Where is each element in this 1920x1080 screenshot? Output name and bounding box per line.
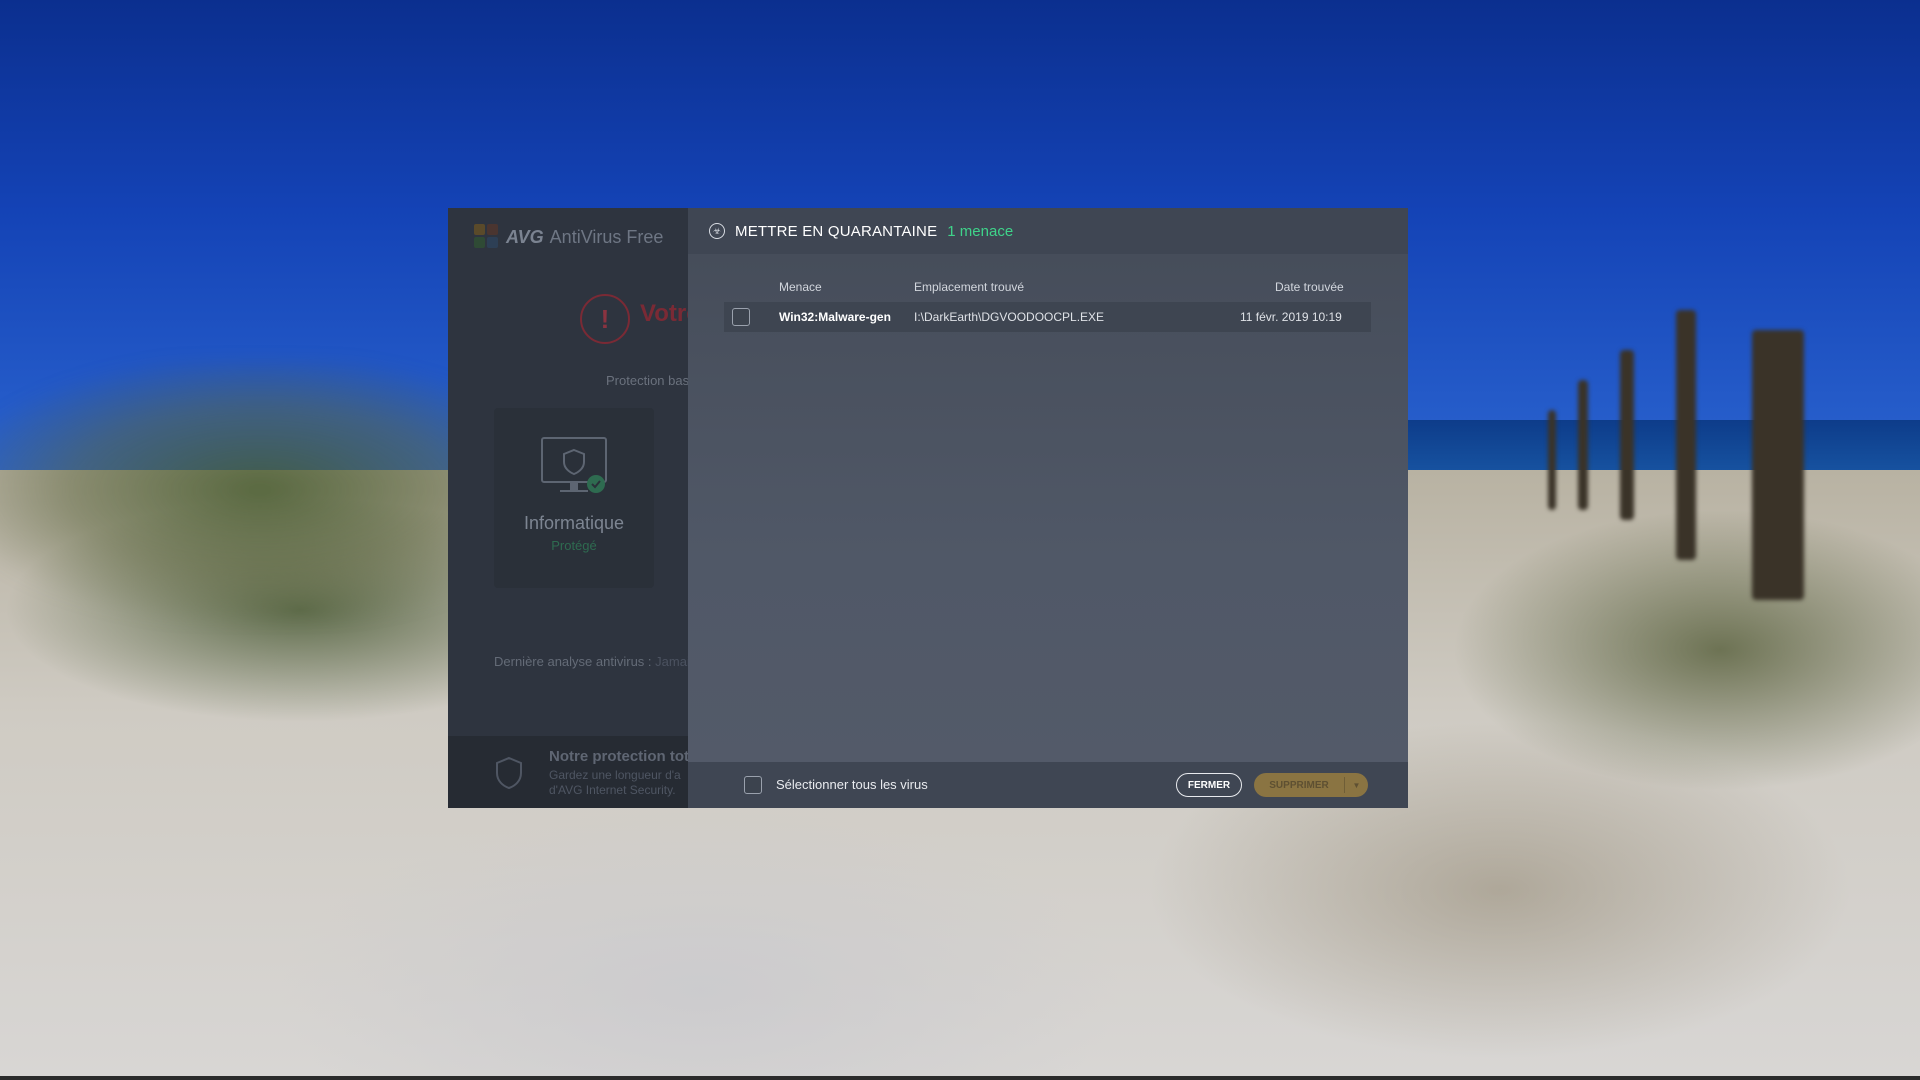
delete-button-group: SUPPRIMER ▼ <box>1254 773 1368 797</box>
select-all-checkbox[interactable] <box>744 776 762 794</box>
last-scan-label: Dernière analyse antivirus : <box>494 654 652 669</box>
card-title: Informatique <box>523 513 625 533</box>
threat-name: Win32:Malware-gen <box>779 310 891 324</box>
column-header-location[interactable]: Emplacement trouvé <box>914 280 1024 294</box>
fence-post <box>1676 310 1696 560</box>
promo-line: d'AVG Internet Security. <box>549 783 676 797</box>
row-checkbox[interactable] <box>732 308 750 326</box>
upgrade-promo[interactable]: Notre protection tota Gardez une longueu… <box>448 736 697 808</box>
fence-post <box>1578 380 1588 510</box>
delete-button[interactable]: SUPPRIMER <box>1254 773 1344 797</box>
chevron-down-icon[interactable]: ▼ <box>1345 773 1368 797</box>
close-button[interactable]: FERMER <box>1176 773 1242 797</box>
fence-post <box>1752 330 1804 600</box>
promo-title: Notre protection tota <box>549 748 698 765</box>
biohazard-icon: ☣ <box>709 223 725 239</box>
taskbar-edge <box>0 1076 1920 1080</box>
column-header-date[interactable]: Date trouvée <box>1275 280 1344 294</box>
app-dashboard-panel: AVG AntiVirus Free ! Votre Protection ba… <box>448 208 700 808</box>
threat-list: Menace Emplacement trouvé Date trouvée W… <box>688 254 1408 762</box>
app-logo: AVG AntiVirus Free <box>474 222 663 252</box>
product-name: AntiVirus Free <box>549 226 664 247</box>
protection-label: Protection bas <box>606 373 690 388</box>
table-row[interactable]: Win32:Malware-gen I:\DarkEarth\DGVOODOOC… <box>724 302 1371 332</box>
quarantine-dialog: ☣ METTRE EN QUARANTAINE 1 menace Menace … <box>688 208 1408 808</box>
dialog-footer: Sélectionner tous les virus FERMER SUPPR… <box>688 762 1408 808</box>
last-scan-value: Jamai <box>655 654 690 669</box>
shield-icon <box>496 756 522 790</box>
warning-icon: ! <box>580 294 630 344</box>
threat-date: 11 févr. 2019 10:19 <box>1240 310 1342 324</box>
dialog-header: ☣ METTRE EN QUARANTAINE 1 menace <box>688 208 1408 254</box>
last-scan-info: Dernière analyse antivirus : Jamai <box>494 654 690 669</box>
select-all-label[interactable]: Sélectionner tous les virus <box>776 777 928 792</box>
promo-text: Gardez une longueur d'a d'AVG Internet S… <box>549 768 681 798</box>
fence-post <box>1620 350 1634 520</box>
threat-count: 1 menace <box>947 222 1014 240</box>
promo-line: Gardez une longueur d'a <box>549 768 681 782</box>
fence-post <box>1548 410 1556 510</box>
column-header-threat[interactable]: Menace <box>779 280 822 294</box>
monitor-shield-icon <box>541 437 607 493</box>
dialog-title: METTRE EN QUARANTAINE <box>735 222 938 240</box>
threat-location: I:\DarkEarth\DGVOODOOCPL.EXE <box>914 310 1105 324</box>
card-status: Protégé <box>551 538 597 553</box>
brand-name: AVG <box>506 226 544 247</box>
computer-protection-card[interactable]: Informatique Protégé <box>494 408 654 588</box>
avg-logo-icon <box>474 224 500 250</box>
